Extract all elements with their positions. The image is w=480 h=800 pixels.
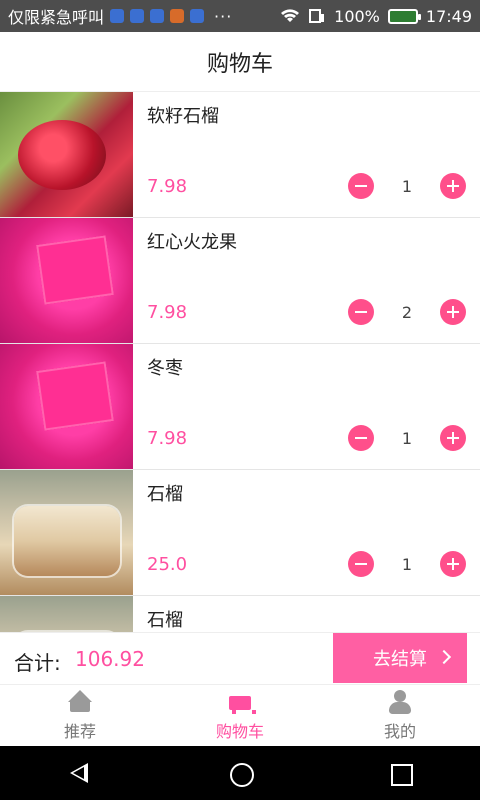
product-name: 石榴 bbox=[147, 484, 183, 505]
quantity-stepper: 1 bbox=[348, 425, 466, 451]
signal-icon bbox=[309, 9, 325, 23]
home-circle-icon[interactable] bbox=[220, 753, 260, 793]
checkout-button[interactable]: 去结算 bbox=[333, 633, 467, 683]
clock: 17:49 bbox=[425, 6, 472, 26]
shield-icon bbox=[190, 9, 205, 23]
total-label: 合计: bbox=[14, 651, 61, 675]
cart-item-info: 软籽石榴 7.98 1 bbox=[133, 92, 480, 217]
home-icon bbox=[66, 689, 94, 714]
product-image[interactable] bbox=[0, 92, 133, 217]
cart-item[interactable]: 石榴 bbox=[0, 596, 480, 632]
tab-label: 购物车 bbox=[215, 721, 264, 741]
product-name: 冬枣 bbox=[147, 358, 183, 379]
status-left: 仅限紧急呼叫 ··· bbox=[8, 4, 280, 28]
quantity-value: 1 bbox=[401, 554, 413, 574]
cart-item[interactable]: 红心火龙果 7.98 2 bbox=[0, 218, 480, 344]
product-price: 7.98 bbox=[147, 302, 188, 323]
tab-label: 推荐 bbox=[63, 721, 96, 741]
system-nav-bar bbox=[0, 746, 480, 800]
mail-icon bbox=[150, 9, 165, 23]
product-name: 红心火龙果 bbox=[147, 232, 237, 253]
bottom-tab-bar: 推荐 购物车 我的 bbox=[0, 684, 480, 746]
status-right: 100% 17:49 bbox=[280, 7, 472, 26]
quantity-stepper: 2 bbox=[348, 299, 466, 325]
product-image[interactable] bbox=[0, 344, 133, 469]
app-icon bbox=[170, 9, 185, 23]
total-amount: 106.92 bbox=[75, 647, 145, 671]
cart-item[interactable]: 石榴 25.0 1 bbox=[0, 470, 480, 596]
cart-item-info: 石榴 bbox=[133, 596, 480, 632]
product-name: 石榴 bbox=[147, 610, 183, 631]
product-name: 软籽石榴 bbox=[147, 106, 219, 127]
product-image[interactable] bbox=[0, 218, 133, 343]
cart-list[interactable]: 软籽石榴 7.98 1 红心火龙果 7.98 2 冬枣 7.98 1 石榴 25… bbox=[0, 92, 480, 632]
page-title: 购物车 bbox=[206, 51, 273, 77]
product-price: 7.98 bbox=[147, 176, 188, 197]
user-icon bbox=[386, 689, 414, 714]
page-header: 购物车 bbox=[0, 32, 480, 92]
increase-quantity-button[interactable] bbox=[440, 425, 466, 451]
chevron-right-icon bbox=[437, 649, 449, 667]
cart-item[interactable]: 软籽石榴 7.98 1 bbox=[0, 92, 480, 218]
cart-item-info: 石榴 25.0 1 bbox=[133, 470, 480, 595]
product-price: 25.0 bbox=[147, 554, 188, 575]
product-price: 7.98 bbox=[147, 428, 188, 449]
battery-icon bbox=[387, 8, 421, 24]
checkout-button-label: 去结算 bbox=[373, 649, 427, 670]
status-bar: 仅限紧急呼叫 ··· 100% 17:49 bbox=[0, 0, 480, 32]
product-image[interactable] bbox=[0, 596, 133, 632]
quantity-value: 1 bbox=[401, 428, 413, 448]
decrease-quantity-button[interactable] bbox=[348, 299, 374, 325]
recent-apps-icon[interactable] bbox=[380, 753, 420, 793]
quantity-value: 1 bbox=[401, 176, 413, 196]
tab-profile[interactable]: 我的 bbox=[320, 685, 480, 746]
usb-icon bbox=[130, 9, 145, 23]
increase-quantity-button[interactable] bbox=[440, 299, 466, 325]
product-image[interactable] bbox=[0, 470, 133, 595]
cart-item[interactable]: 冬枣 7.98 1 bbox=[0, 344, 480, 470]
tab-cart[interactable]: 购物车 bbox=[160, 685, 320, 746]
increase-quantity-button[interactable] bbox=[440, 551, 466, 577]
decrease-quantity-button[interactable] bbox=[348, 425, 374, 451]
tab-label: 我的 bbox=[383, 721, 416, 741]
wifi-icon bbox=[281, 9, 300, 22]
decrease-quantity-button[interactable] bbox=[348, 173, 374, 199]
cart-item-info: 红心火龙果 7.98 2 bbox=[133, 218, 480, 343]
checkout-bar: 合计: 106.92 去结算 bbox=[0, 632, 480, 684]
cart-icon bbox=[226, 690, 256, 714]
quantity-stepper: 1 bbox=[348, 173, 466, 199]
cart-item-info: 冬枣 7.98 1 bbox=[133, 344, 480, 469]
tab-recommend[interactable]: 推荐 bbox=[0, 685, 160, 746]
quantity-value: 2 bbox=[401, 302, 413, 322]
more-notifications-icon: ··· bbox=[214, 6, 233, 26]
quantity-stepper: 1 bbox=[348, 551, 466, 577]
decrease-quantity-button[interactable] bbox=[348, 551, 374, 577]
sim-icon bbox=[110, 9, 125, 23]
carrier-text: 仅限紧急呼叫 bbox=[8, 8, 105, 27]
back-icon[interactable] bbox=[60, 753, 100, 793]
battery-percent: 100% bbox=[334, 6, 380, 26]
increase-quantity-button[interactable] bbox=[440, 173, 466, 199]
